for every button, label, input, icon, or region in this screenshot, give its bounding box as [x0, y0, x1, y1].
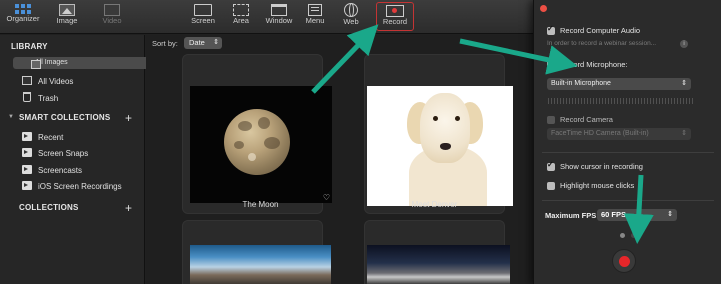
smart-folder-icon — [22, 165, 32, 174]
audio-level-meter — [548, 98, 693, 104]
area-select-icon — [233, 4, 249, 16]
image-button[interactable]: Image — [52, 3, 82, 31]
grid-icon — [15, 4, 31, 14]
image-icon — [31, 60, 41, 69]
globe-icon — [344, 3, 358, 17]
moon-thumbnail[interactable]: ♡ — [190, 86, 332, 203]
window-label: Window — [265, 16, 293, 25]
add-collection-button[interactable]: + — [125, 202, 132, 214]
web-label: Web — [343, 17, 359, 26]
smart-folder-icon — [22, 132, 32, 141]
camera-select[interactable]: FaceTime HD Camera (Built-in) — [547, 128, 691, 140]
record-camera-label: Record Camera — [560, 115, 613, 124]
image-label: Image — [56, 16, 78, 25]
show-cursor-label: Show cursor in recording — [560, 162, 643, 171]
fps-label: Maximum FPS: — [545, 211, 599, 220]
record-label: Record — [382, 17, 408, 26]
audio-hint-text: In order to record a webinar session... — [547, 40, 657, 47]
capture-window-button[interactable]: Window — [262, 3, 296, 31]
sidebar-item-label: Recent — [38, 132, 64, 142]
record-mic-label: Record Microphone: — [560, 60, 628, 69]
sidebar: LIBRARY All Images All Videos Trash ▼ SM… — [0, 35, 157, 284]
highlight-clicks-label: Highlight mouse clicks — [560, 181, 635, 190]
page-dot[interactable] — [631, 233, 636, 238]
window-icon — [271, 4, 287, 16]
sort-select[interactable]: Date — [184, 37, 222, 49]
area-label: Area — [233, 16, 249, 25]
divider — [542, 152, 714, 153]
sidebar-item-recent[interactable]: Recent — [4, 129, 141, 145]
video-button[interactable]: Video — [97, 3, 127, 31]
record-settings-panel: Record Computer Audio In order to record… — [533, 0, 721, 284]
sidebar-item-label: All Videos — [38, 76, 74, 86]
organizer-label: Organizer — [6, 14, 40, 23]
smart-folder-icon — [22, 181, 32, 190]
record-screen-icon — [386, 5, 404, 17]
video-icon — [22, 76, 32, 85]
start-recording-button[interactable] — [612, 249, 636, 273]
image-caption: Meet Denver — [411, 200, 458, 209]
record-button[interactable]: Record — [376, 2, 414, 31]
sort-bar: Sort by: Date — [146, 35, 530, 51]
smart-folder-icon — [22, 148, 32, 157]
sidebar-item-screen-snaps[interactable]: Screen Snaps — [4, 145, 141, 161]
monitor-icon — [194, 4, 212, 16]
image-caption: The Moon — [242, 200, 279, 209]
video-label: Video — [102, 16, 122, 25]
library-header: LIBRARY — [11, 42, 48, 51]
screen-label: Screen — [191, 16, 215, 25]
menu-label: Menu — [305, 16, 325, 25]
capture-screen-button[interactable]: Screen — [187, 3, 219, 31]
city-night-thumbnail[interactable] — [367, 245, 510, 284]
record-audio-label: Record Computer Audio — [560, 26, 641, 35]
dog-head — [420, 93, 470, 163]
checkbox-checked-icon — [547, 160, 555, 171]
image-icon — [59, 4, 75, 16]
sidebar-item-screencasts[interactable]: Screencasts — [4, 162, 141, 178]
organizer-button[interactable]: Organizer — [6, 3, 40, 31]
add-smart-collection-button[interactable]: + — [125, 112, 132, 124]
show-cursor-checkbox[interactable]: Show cursor in recording — [547, 160, 643, 171]
checkbox-icon — [547, 115, 555, 124]
close-window-button[interactable] — [540, 5, 547, 12]
sidebar-item-all-videos[interactable]: All Videos — [4, 73, 141, 89]
info-icon[interactable]: i — [680, 40, 688, 48]
sidebar-item-ios-screen-recordings[interactable]: iOS Screen Recordings — [4, 178, 141, 194]
sidebar-item-label: Screencasts — [38, 165, 83, 175]
record-camera-checkbox[interactable]: Record Camera — [547, 115, 613, 124]
divider — [542, 200, 714, 201]
moon-image — [224, 109, 290, 175]
sidebar-item-all-images[interactable]: All Images — [13, 57, 157, 69]
capture-area-button[interactable]: Area — [228, 3, 254, 31]
page-dot-active[interactable] — [620, 233, 625, 238]
fps-select[interactable]: 60 FPS — [597, 209, 677, 221]
sort-label: Sort by: — [152, 39, 178, 48]
checkbox-checked-icon — [547, 24, 555, 35]
menu-icon — [308, 4, 322, 16]
checkbox-icon — [547, 181, 555, 190]
capture-menu-button[interactable]: Menu — [303, 3, 327, 31]
capture-web-button[interactable]: Web — [339, 3, 363, 31]
sidebar-item-label: Trash — [38, 93, 59, 103]
checkbox-icon — [547, 60, 555, 69]
sidebar-item-label: iOS Screen Recordings — [38, 181, 122, 191]
record-computer-audio-checkbox[interactable]: Record Computer Audio — [547, 24, 641, 35]
dog-thumbnail[interactable] — [367, 86, 513, 206]
sidebar-item-trash[interactable]: Trash — [4, 90, 141, 106]
microphone-select[interactable]: Built-in Microphone — [547, 78, 691, 90]
panorama-thumbnail[interactable] — [190, 245, 331, 284]
sidebar-item-label: Screen Snaps — [38, 148, 89, 158]
trash-icon — [23, 92, 31, 102]
video-icon — [104, 4, 120, 16]
smart-collections-header: SMART COLLECTIONS — [19, 113, 111, 122]
disclosure-triangle-icon[interactable]: ▼ — [8, 114, 14, 120]
record-microphone-checkbox[interactable]: Record Microphone: — [547, 60, 628, 69]
collections-header: COLLECTIONS — [19, 203, 79, 212]
dog-nose — [440, 143, 451, 150]
highlight-clicks-checkbox[interactable]: Highlight mouse clicks — [547, 181, 634, 190]
